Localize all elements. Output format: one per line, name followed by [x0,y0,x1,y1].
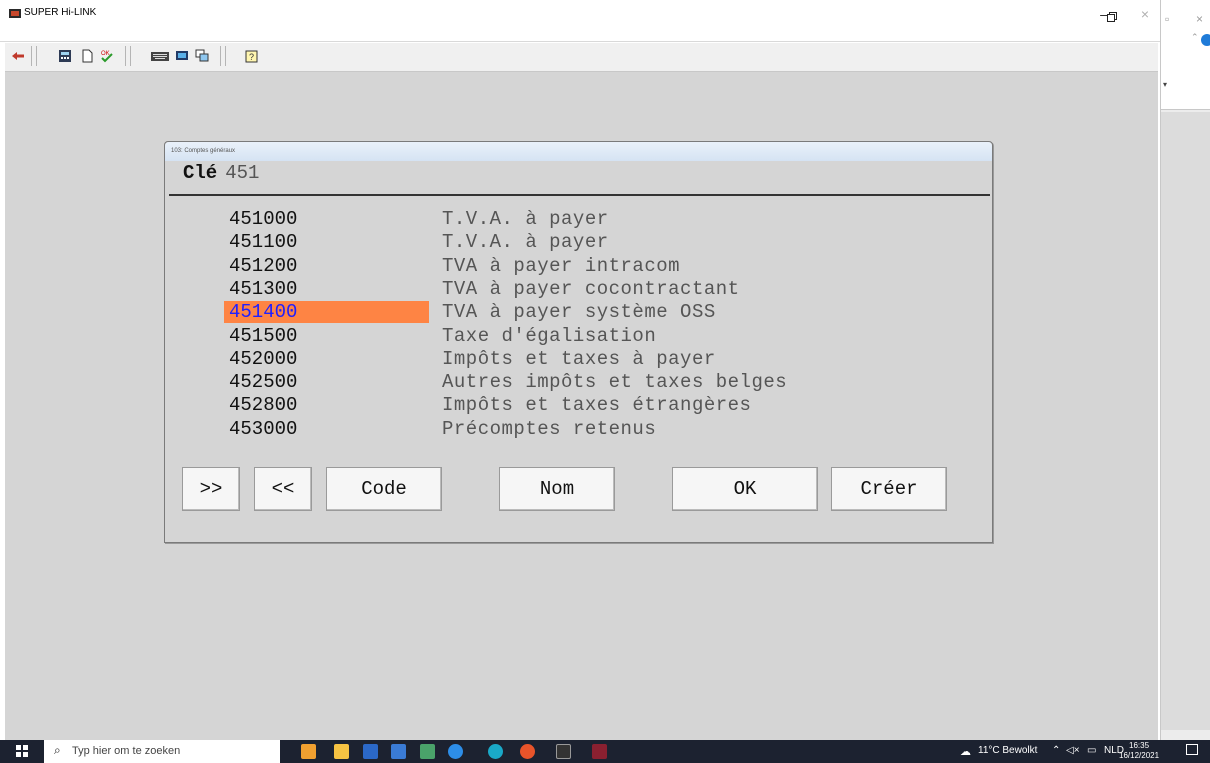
screen: SUPER Hi-LINK – × OK ? 103: Comptes géné… [0,0,1210,763]
account-code[interactable]: 452500 [224,371,429,393]
svg-text:?: ? [249,52,254,62]
account-row[interactable]: 451300 TVA à payer cocontractant [224,278,924,301]
account-code[interactable]: 451500 [224,325,429,347]
tray-chevron-icon[interactable]: ⌃ [1052,745,1060,756]
dialog-caption: 103: Comptes généraux [171,148,236,154]
copy-windows-icon[interactable] [195,49,209,63]
account-code[interactable]: 451200 [224,255,429,277]
dropdown-arrow-icon[interactable]: ▾ [1163,80,1167,89]
restore-icon[interactable] [1107,12,1117,22]
key-field[interactable]: Clé 451 [183,162,259,184]
window-title: SUPER Hi-LINK [24,7,97,18]
account-name[interactable]: T.V.A. à payer [442,208,609,230]
edge-icon[interactable] [488,744,503,759]
background-window-header: ▫ × ⌃ ▾ [1161,0,1210,110]
outlook-icon[interactable] [301,744,316,759]
account-row[interactable]: 451100 T.V.A. à payer [224,231,924,254]
account-name[interactable]: TVA à payer intracom [442,255,680,277]
divider [169,194,990,196]
network-icon[interactable]: ▭ [1087,745,1096,756]
taskbar: ⌕ Typ hier om te zoeken ☁ 11°C Bewolkt ⌃… [0,740,1210,763]
account-row[interactable]: 451500 Taxe d'égalisation [224,325,924,348]
account-row[interactable]: 453000 Précomptes retenus [224,418,924,441]
clock-time: 16:35 [1129,741,1150,750]
accounts-dialog: 103: Comptes généraux Clé 451 451000 T.V.A… [164,141,993,543]
close-icon[interactable]: × [1196,12,1203,26]
new-document-icon[interactable] [80,49,94,63]
avatar[interactable] [1201,34,1210,46]
toolbar-separator [220,46,221,66]
search-icon: ⌕ [54,743,61,757]
close-button[interactable]: × [1130,6,1160,22]
restore-icon[interactable]: ▫ [1165,12,1169,26]
account-code[interactable]: 452000 [224,348,429,370]
hi-link-app-icon[interactable] [592,744,607,759]
toolbar-separator [31,46,32,66]
account-name[interactable]: Autres impôts et taxes belges [442,371,787,393]
title-bar: SUPER Hi-LINK – × [0,0,1160,42]
account-row[interactable]: 451000 T.V.A. à payer [224,208,924,231]
account-row[interactable]: 451200 TVA à payer intracom [224,255,924,278]
account-row[interactable]: 452800 Impôts et taxes étrangères [224,394,924,417]
account-name[interactable]: Taxe d'égalisation [442,325,656,347]
cloud-icon: ☁ [960,746,971,758]
key-label: Clé [183,162,218,184]
search-placeholder: Typ hier om te zoeken [72,745,181,757]
terminal-icon[interactable] [556,744,571,759]
taskbar-search[interactable]: ⌕ Typ hier om te zoeken [44,740,280,763]
toolbar: OK ? [5,43,1158,72]
account-name[interactable]: TVA à payer système OSS [442,301,716,323]
toolbar-separator [225,46,226,66]
toolbar-separator [36,46,37,66]
account-code[interactable]: 451100 [224,231,429,253]
account-row[interactable]: 452000 Impôts et taxes à payer [224,348,924,371]
account-name[interactable]: TVA à payer cocontractant [442,278,740,300]
clock-date: 16/12/2021 [1119,751,1160,760]
chevron-up-icon[interactable]: ⌃ [1191,32,1199,43]
account-code[interactable]: 451400 [224,301,429,324]
file-explorer-icon[interactable] [334,744,349,759]
toolbar-separator [125,46,126,66]
chrome-icon[interactable] [520,744,535,759]
svg-text:OK: OK [101,51,110,57]
next-page-button[interactable]: >> [182,467,240,511]
keyboard-icon[interactable] [150,49,170,63]
account-name[interactable]: Impôts et taxes à payer [442,348,716,370]
background-window: ▫ × ⌃ ▾ [1160,0,1210,740]
create-button[interactable]: Créer [831,467,947,511]
app-icon [9,9,21,18]
calculator-icon[interactable] [58,49,72,63]
sort-by-name-button[interactable]: Nom [499,467,615,511]
scrollbar[interactable] [1161,112,1210,730]
store-icon[interactable] [391,744,406,759]
sort-by-code-button[interactable]: Code [326,467,442,511]
windows-start-icon[interactable] [16,745,28,757]
dialog-caption-bar: 103: Comptes généraux [165,142,992,161]
account-row[interactable]: 451400 TVA à payer système OSS [224,301,924,324]
key-value[interactable]: 451 [225,162,259,184]
monitor-icon[interactable] [175,49,189,63]
notification-icon[interactable] [1186,744,1198,755]
account-code[interactable]: 452800 [224,394,429,416]
account-code[interactable]: 453000 [224,418,429,440]
account-name[interactable]: Précomptes retenus [442,418,656,440]
word-icon[interactable] [363,744,378,759]
volume-icon[interactable]: ◁× [1066,745,1080,756]
account-name[interactable]: T.V.A. à payer [442,231,609,253]
previous-page-button[interactable]: << [254,467,312,511]
help-icon[interactable]: ? [245,49,259,63]
account-code[interactable]: 451300 [224,278,429,300]
account-row[interactable]: 452500 Autres impôts et taxes belges [224,371,924,394]
ok-check-icon[interactable]: OK [100,49,114,63]
account-name[interactable]: Impôts et taxes étrangères [442,394,751,416]
spreadsheet-icon[interactable] [420,744,435,759]
weather-text[interactable]: 11°C Bewolkt [978,745,1037,756]
back-arrow-icon[interactable] [11,49,25,63]
account-code[interactable]: 451000 [224,208,429,230]
clock[interactable]: 16:35 16/12/2021 [1119,741,1159,761]
ok-button[interactable]: OK [672,467,818,511]
teamviewer-icon[interactable] [448,744,463,759]
toolbar-separator [130,46,131,66]
